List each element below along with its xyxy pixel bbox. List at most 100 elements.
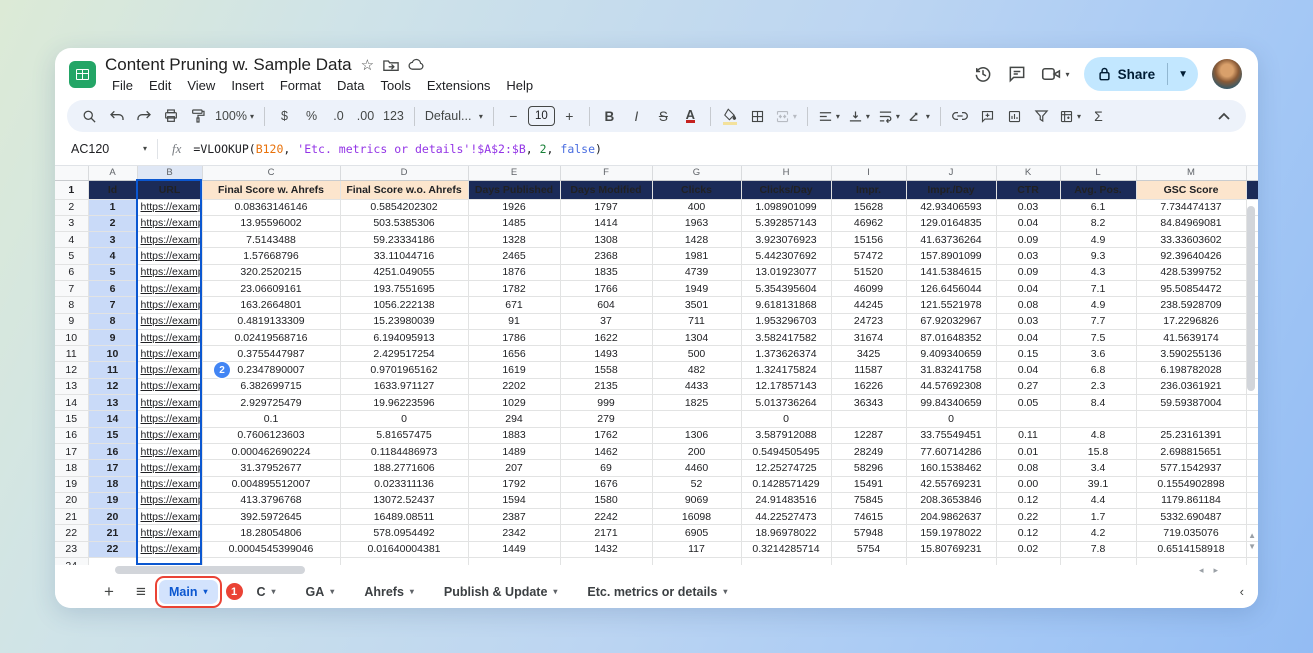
column-header-A[interactable]: A xyxy=(88,166,137,180)
cell-url-link[interactable]: https://example. xyxy=(137,541,202,557)
cell-value[interactable]: 57472 xyxy=(831,248,906,264)
cell-id[interactable]: 1 xyxy=(88,199,137,215)
collapse-tabbar-icon[interactable]: ‹ xyxy=(1240,584,1244,599)
sheet-tab-ahrefs[interactable]: Ahrefs▾ xyxy=(354,580,424,604)
cell-value[interactable]: 6.194095913 xyxy=(340,329,468,345)
cell-value[interactable]: 18.28054806 xyxy=(202,525,340,541)
sheet-tab-publish-update[interactable]: Publish & Update▾ xyxy=(434,580,568,604)
cell-value[interactable]: 1304 xyxy=(652,329,741,345)
cell-value[interactable] xyxy=(652,411,741,427)
cell-value[interactable]: 1179.861184 xyxy=(1136,492,1246,508)
cell-id[interactable]: 8 xyxy=(88,313,137,329)
cell-value[interactable]: 0.01640004381 xyxy=(340,541,468,557)
cell-value[interactable]: 0.3214285714 xyxy=(741,541,831,557)
cell-empty[interactable] xyxy=(906,558,996,565)
cell-value[interactable]: 238.5928709 xyxy=(1136,297,1246,313)
sheet-tab-menu-icon[interactable]: ▾ xyxy=(410,587,414,596)
functions-button[interactable]: Σ xyxy=(1086,104,1111,129)
cell-value[interactable]: 482 xyxy=(652,362,741,378)
cell-value[interactable]: 0.1 xyxy=(202,411,340,427)
cell-value[interactable]: 1056.222138 xyxy=(340,297,468,313)
row-header-1[interactable]: 1 xyxy=(55,180,88,199)
row-header-6[interactable]: 6 xyxy=(55,264,88,280)
cell-value[interactable]: 52 xyxy=(652,476,741,492)
cell-id[interactable]: 21 xyxy=(88,525,137,541)
cell-value[interactable]: 91 xyxy=(468,313,560,329)
cell-value[interactable]: 0 xyxy=(906,411,996,427)
cell-id[interactable]: 19 xyxy=(88,492,137,508)
cell-value[interactable]: 236.0361921 xyxy=(1136,378,1246,394)
cell-value[interactable]: 1328 xyxy=(468,232,560,248)
cell-value[interactable]: 1.953296703 xyxy=(741,313,831,329)
cell-value[interactable]: 6.198782028 xyxy=(1136,362,1246,378)
row-header-22[interactable]: 22 xyxy=(55,525,88,541)
row-header-9[interactable]: 9 xyxy=(55,313,88,329)
sheet-tab-menu-icon[interactable]: ▾ xyxy=(330,587,334,596)
cell-id[interactable]: 3 xyxy=(88,232,137,248)
cell-value[interactable]: 1.373626374 xyxy=(741,346,831,362)
cell-id[interactable]: 6 xyxy=(88,280,137,296)
name-box[interactable]: AC120▾ xyxy=(55,142,157,156)
header-cell[interactable]: CTR xyxy=(996,180,1060,199)
cell-value[interactable]: 8.4 xyxy=(1060,395,1136,411)
header-cell[interactable]: Final Score w. Ahrefs xyxy=(202,180,340,199)
cell-value[interactable]: 41.63736264 xyxy=(906,232,996,248)
cell-value[interactable]: 13072.52437 xyxy=(340,492,468,508)
cell-value[interactable]: 2.3 xyxy=(1060,378,1136,394)
cell-value[interactable]: 0 xyxy=(340,411,468,427)
insert-chart-button[interactable] xyxy=(1002,104,1027,129)
cell-value[interactable]: 6.382699715 xyxy=(202,378,340,394)
cell-value[interactable]: 9.3 xyxy=(1060,248,1136,264)
row-header-7[interactable]: 7 xyxy=(55,280,88,296)
cell-value[interactable]: 13.01923077 xyxy=(741,264,831,280)
cell-value[interactable]: 95.50854472 xyxy=(1136,280,1246,296)
sheet-tab-ga[interactable]: GA▾ xyxy=(296,580,345,604)
cell-value[interactable]: 1.098901099 xyxy=(741,199,831,215)
header-cell[interactable]: Impr./Day xyxy=(906,180,996,199)
cell-value[interactable]: 24.91483516 xyxy=(741,492,831,508)
cell-value[interactable]: 31.83241758 xyxy=(906,362,996,378)
cell-value[interactable]: 9.618131868 xyxy=(741,297,831,313)
vertical-scrollbar[interactable]: ▲▼ xyxy=(1247,202,1256,557)
cell-id[interactable]: 14 xyxy=(88,411,137,427)
cell-value[interactable]: 320.2520215 xyxy=(202,264,340,280)
cell-value[interactable]: 1493 xyxy=(560,346,652,362)
cell-value[interactable]: 1963 xyxy=(652,215,741,231)
header-cell[interactable]: Final Score w.o. Ahrefs xyxy=(340,180,468,199)
menu-item-extensions[interactable]: Extensions xyxy=(420,77,498,94)
cell-value[interactable]: 75845 xyxy=(831,492,906,508)
menu-item-data[interactable]: Data xyxy=(330,77,371,94)
cell-value[interactable]: 0.05 xyxy=(996,395,1060,411)
cell-value[interactable]: 15.80769231 xyxy=(906,541,996,557)
cell-value[interactable]: 141.5384615 xyxy=(906,264,996,280)
cell-id[interactable]: 17 xyxy=(88,460,137,476)
cell-value[interactable]: 44245 xyxy=(831,297,906,313)
column-header-G[interactable]: G xyxy=(652,166,741,180)
menu-item-insert[interactable]: Insert xyxy=(224,77,271,94)
row-header-8[interactable]: 8 xyxy=(55,297,88,313)
column-header-D[interactable]: D xyxy=(340,166,468,180)
cell-empty[interactable] xyxy=(831,558,906,565)
cell-value[interactable]: 5.442307692 xyxy=(741,248,831,264)
cell-value[interactable]: 204.9862637 xyxy=(906,509,996,525)
cell-value[interactable]: 0.00 xyxy=(996,476,1060,492)
cell-value[interactable]: 0.09 xyxy=(996,232,1060,248)
header-cell[interactable] xyxy=(1246,180,1258,199)
header-cell[interactable]: GSC Score xyxy=(1136,180,1246,199)
cell-value[interactable]: 503.5385306 xyxy=(340,215,468,231)
cell-url-link[interactable]: https://example. xyxy=(137,492,202,508)
cell-value[interactable]: 0.08 xyxy=(996,297,1060,313)
menu-item-view[interactable]: View xyxy=(180,77,222,94)
cell-value[interactable]: 5.392857143 xyxy=(741,215,831,231)
cell-value[interactable]: 15628 xyxy=(831,199,906,215)
cell-id[interactable]: 22 xyxy=(88,541,137,557)
strikethrough-button[interactable]: S xyxy=(651,104,676,129)
cell-value[interactable]: 0.22 xyxy=(996,509,1060,525)
cell-value[interactable]: 1029 xyxy=(468,395,560,411)
cell-value[interactable]: 2.929725479 xyxy=(202,395,340,411)
cell-value[interactable]: 33.11044716 xyxy=(340,248,468,264)
cell-value[interactable]: 67.92032967 xyxy=(906,313,996,329)
cell-value[interactable]: 57948 xyxy=(831,525,906,541)
cell-value[interactable]: 0.5494505495 xyxy=(741,443,831,459)
cell-id[interactable]: 9 xyxy=(88,329,137,345)
